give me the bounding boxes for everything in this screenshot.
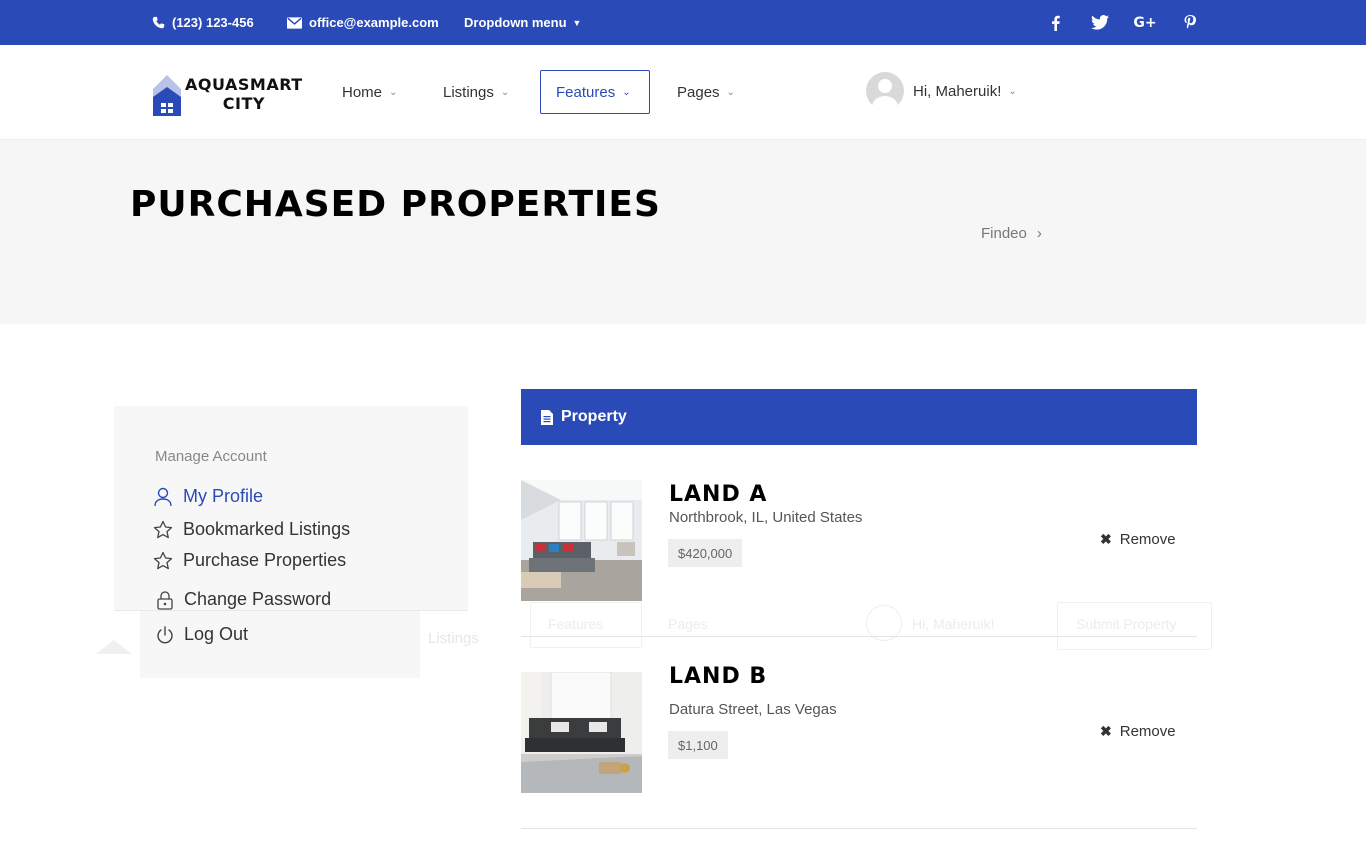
ghost-submit-label: Submit Property (1076, 616, 1177, 632)
chevron-down-icon: ⌄ (622, 86, 631, 98)
sidebar-item-change-password[interactable]: Change Password (156, 589, 331, 610)
star-icon (153, 520, 173, 538)
title-band: PURCHASED PROPERTIES Findeo › (0, 140, 1366, 324)
star-icon (153, 551, 173, 569)
close-icon: ✖ (1100, 723, 1112, 739)
remove-button[interactable]: ✖ Remove (1100, 723, 1176, 740)
page-title: PURCHASED PROPERTIES (130, 184, 661, 225)
ghost-shape (96, 640, 132, 654)
close-icon: ✖ (1100, 531, 1112, 547)
ghost-listings-label: Listings (428, 630, 479, 647)
dropdown-menu-label: Dropdown menu (464, 15, 567, 30)
chevron-down-icon: ⌄ (1008, 85, 1017, 97)
nav-listings-label: Listings (443, 83, 494, 101)
nav-pages[interactable]: Pages ⌄ (677, 70, 735, 114)
property-price: $1,100 (668, 731, 728, 759)
nav-features-label: Features (556, 83, 616, 101)
nav-features[interactable]: Features ⌄ (540, 70, 650, 114)
sidebar-item-log-out[interactable]: Log Out (156, 624, 248, 645)
ghost-user-label: Hi, Maheruik! (912, 616, 995, 632)
breadcrumb-link[interactable]: Findeo (981, 225, 1027, 242)
remove-label: Remove (1119, 531, 1176, 548)
property-address: Northbrook, IL, United States (669, 509, 863, 526)
phone-number: (123) 123-456 (172, 15, 254, 30)
property-thumbnail[interactable] (521, 672, 642, 793)
chevron-down-icon: ⌄ (389, 86, 398, 98)
logo-line-1: AQUASMART (185, 75, 303, 94)
living-room-photo (521, 480, 642, 601)
envelope-icon (287, 16, 302, 29)
house-logo-icon (153, 75, 181, 116)
ghost-pages-label: Pages (668, 616, 708, 632)
sidebar-item-label: Bookmarked Listings (183, 519, 351, 539)
sidebar-item-bookmarked[interactable]: Bookmarked Listings (153, 519, 350, 540)
user-greeting: Hi, Maheruik! (913, 82, 1002, 100)
phone-icon (152, 16, 165, 29)
ghost-features-label: Features (548, 616, 604, 632)
top-bar: (123) 123-456 office@example.com Dropdow… (0, 0, 1366, 45)
breadcrumb-separator: › (1036, 225, 1042, 242)
google-plus-icon[interactable]: G+ (1133, 0, 1157, 45)
nav-home[interactable]: Home ⌄ (342, 70, 397, 114)
dropdown-menu-toggle[interactable]: Dropdown menu ▼ (464, 0, 581, 45)
facebook-icon[interactable] (1043, 0, 1067, 45)
document-icon (541, 409, 553, 425)
sidebar-item-purchase[interactable]: Purchase Properties (153, 550, 346, 571)
sidebar-item-label: My Profile (183, 486, 264, 506)
ghost-divider (114, 610, 468, 611)
caret-down-icon: ▼ (572, 17, 582, 28)
chevron-down-icon: ⌄ (500, 86, 510, 98)
nav-home-label: Home (342, 83, 383, 101)
property-price: $420,000 (668, 539, 743, 567)
remove-button[interactable]: ✖ Remove (1100, 531, 1176, 548)
phone-contact[interactable]: (123) 123-456 (152, 0, 254, 45)
property-panel-title: Property (561, 408, 627, 425)
sidebar-item-label: Change Password (184, 589, 332, 609)
site-logo[interactable]: AQUASMART CITY (151, 73, 311, 119)
list-divider (521, 828, 1197, 829)
chevron-down-icon: ⌄ (726, 86, 735, 98)
account-sidebar (114, 406, 468, 610)
twitter-icon[interactable] (1088, 0, 1112, 45)
property-name[interactable]: LAND B (669, 664, 767, 689)
email-address: office@example.com (309, 15, 439, 30)
user-icon (154, 487, 172, 506)
sidebar-item-my-profile[interactable]: My Profile (153, 486, 263, 507)
manage-account-heading: Manage Account (155, 448, 267, 465)
property-address: Datura Street, Las Vegas (669, 701, 837, 718)
property-name[interactable]: LAND A (669, 482, 767, 507)
sidebar-item-label: Purchase Properties (183, 550, 347, 570)
property-panel-header: Property (521, 389, 1197, 445)
lock-icon (157, 590, 173, 610)
nav-pages-label: Pages (677, 83, 720, 101)
sofa-room-photo (521, 672, 642, 793)
breadcrumb: Findeo › (981, 225, 1042, 242)
sidebar-item-label: Log Out (184, 624, 249, 644)
avatar (866, 72, 904, 110)
remove-label: Remove (1119, 723, 1176, 740)
logo-line-2: CITY (222, 94, 265, 113)
nav-listings[interactable]: Listings ⌄ (443, 70, 509, 114)
list-divider (521, 636, 1197, 637)
email-contact[interactable]: office@example.com (287, 0, 439, 45)
main-header: AQUASMART CITY Home ⌄ Listings ⌄ Features ⌄… (0, 45, 1366, 140)
user-menu[interactable]: Hi, Maheruik! ⌄ (866, 72, 1017, 110)
property-thumbnail[interactable] (521, 480, 642, 601)
logo-text: AQUASMART CITY (185, 75, 303, 113)
power-icon (157, 625, 173, 643)
pinterest-icon[interactable] (1178, 0, 1202, 45)
